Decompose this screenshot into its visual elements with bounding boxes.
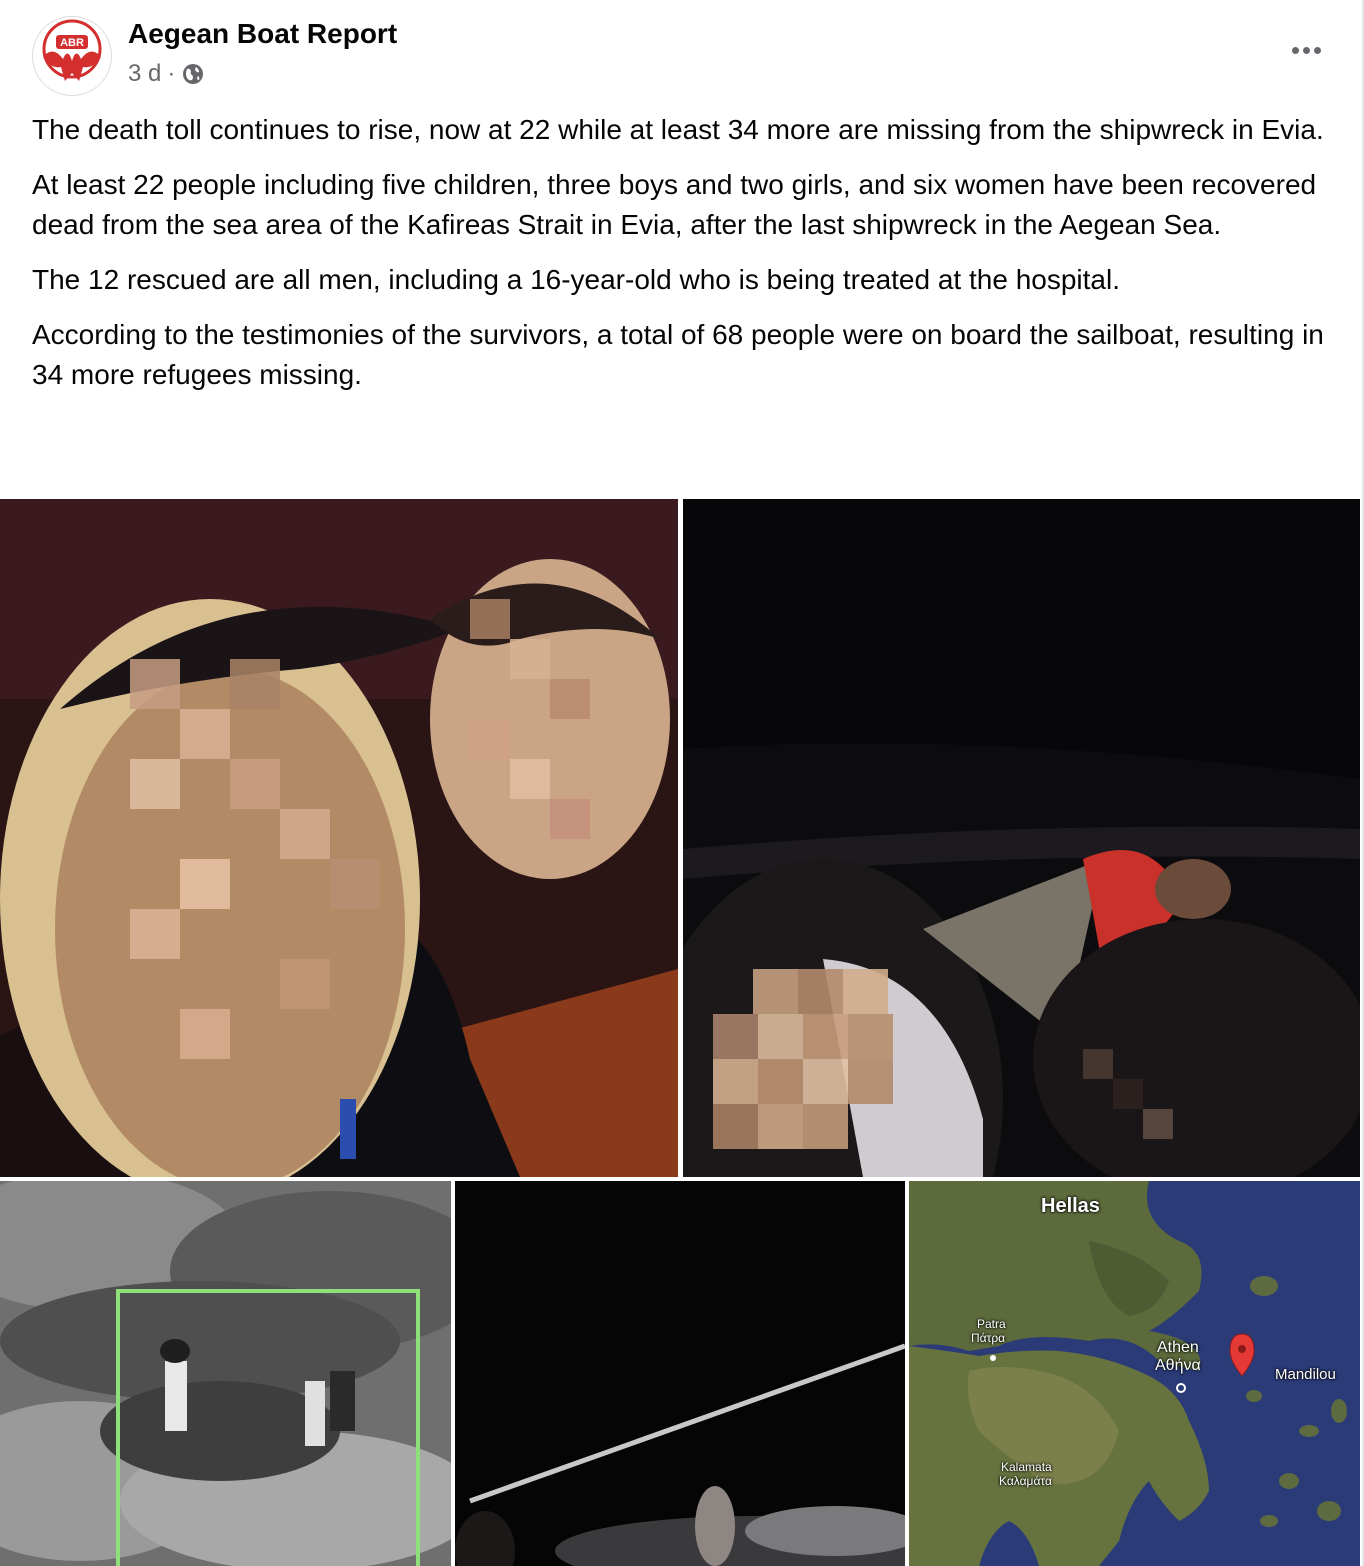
photo-night-sea-rope[interactable] [455, 1181, 905, 1566]
avatar[interactable]: ABR [32, 16, 112, 96]
map-label-patra-greek: Πάτρα [971, 1331, 1006, 1345]
photo-night-rescue[interactable] [683, 499, 1360, 1177]
map-pin-label: Mandilou [1275, 1366, 1336, 1383]
post-time[interactable]: 3 d [128, 60, 161, 88]
map-label-athens-greek: Αθήνα [1155, 1357, 1201, 1374]
photo-survivors-faces[interactable] [0, 499, 678, 1177]
globe-icon[interactable] [181, 62, 205, 86]
post-paragraph: According to the testimonies of the surv… [32, 319, 1324, 390]
svg-text:ABR: ABR [60, 37, 84, 49]
map-greece[interactable]: Hellas Patra Πάτρα Athen Αθήνα Kalamata … [909, 1181, 1360, 1566]
post-paragraph: At least 22 people including five childr… [32, 169, 1317, 240]
meta-separator: · [167, 60, 176, 87]
post-paragraph: The 12 rescued are all men, including a … [32, 264, 1120, 295]
abr-logo-icon: ABR [34, 18, 110, 94]
post-paragraph: The death toll continues to rise, now at… [32, 114, 1324, 145]
page-name[interactable]: Aegean Boat Report [128, 18, 397, 50]
post-header: ABR Aegean Boat Report 3 d · [32, 14, 1332, 96]
map-label-kalamata: Kalamata [1001, 1460, 1052, 1474]
post-card: ABR Aegean Boat Report 3 d · The death t… [0, 0, 1364, 1566]
more-options-button[interactable] [1280, 34, 1332, 66]
photo-thermal-detection[interactable] [0, 1181, 451, 1566]
map-label-patra: Patra [977, 1317, 1006, 1331]
post-message: The death toll continues to rise, now at… [32, 110, 1332, 410]
map-label-kalamata-greek: Καλαμάτα [999, 1474, 1052, 1488]
map-label-athens: Athen [1157, 1339, 1199, 1356]
post-meta: 3 d · [128, 60, 205, 88]
map-label-country: Hellas [1041, 1195, 1100, 1217]
more-options-icon [1291, 46, 1299, 54]
